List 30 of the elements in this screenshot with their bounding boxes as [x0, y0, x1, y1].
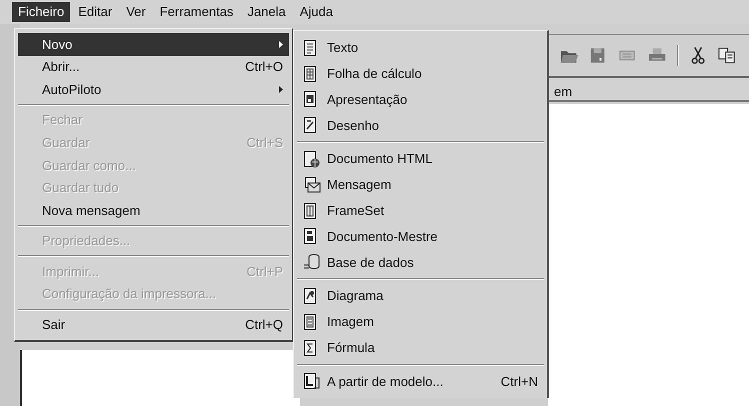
- menu-item[interactable]: Novo: [18, 33, 289, 56]
- menu-item[interactable]: Mensagem: [297, 172, 544, 198]
- menu-item[interactable]: Ficheiro: [12, 2, 70, 22]
- template-icon: [303, 372, 321, 390]
- copy-icon[interactable]: [718, 46, 738, 65]
- menu-item[interactable]: Ver: [120, 2, 152, 22]
- menu-item[interactable]: Diagrama: [297, 283, 544, 309]
- menu-item[interactable]: A partir de modelo... Ctrl+N: [297, 368, 544, 394]
- menu-item[interactable]: Documento-Mestre: [297, 224, 544, 250]
- database-icon: [303, 253, 321, 272]
- menu-item[interactable]: Janela: [241, 2, 292, 22]
- menu-item[interactable]: Texto: [297, 35, 544, 61]
- menu-item[interactable]: Desenho: [297, 112, 544, 138]
- menu-item[interactable]: Documento HTML: [297, 146, 544, 172]
- menu-item[interactable]: Ferramentas: [154, 2, 240, 22]
- menu-item[interactable]: FrameSet: [297, 198, 544, 224]
- web-document-icon: [303, 150, 321, 168]
- menu-item[interactable]: Base de dados: [297, 249, 544, 276]
- column-header: em: [554, 84, 572, 99]
- menu-item[interactable]: Sair Ctrl+Q: [18, 314, 289, 336]
- menu-item[interactable]: Imagem: [297, 308, 544, 335]
- menu-item[interactable]: Abrir... Ctrl+O: [18, 56, 289, 78]
- menu-item[interactable]: Ajuda: [294, 2, 339, 22]
- menu-item[interactable]: AutoPiloto: [18, 78, 289, 101]
- menu-item[interactable]: Fórmula: [297, 334, 544, 361]
- menu-item[interactable]: Editar: [72, 2, 118, 22]
- menu-item[interactable]: Folha de cálculo: [297, 60, 544, 87]
- menu-item[interactable]: Apresentação: [297, 86, 544, 112]
- menu-item[interactable]: Nova mensagem: [18, 199, 289, 222]
- envelope-document-icon: [303, 176, 321, 194]
